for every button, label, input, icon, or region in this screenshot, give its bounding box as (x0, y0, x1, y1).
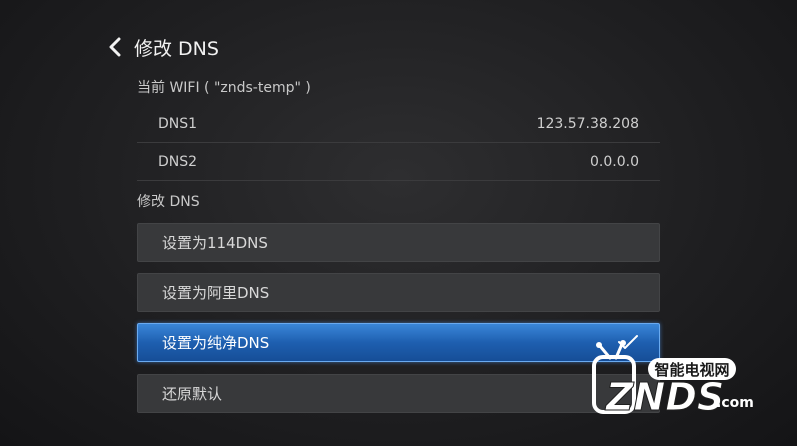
watermark-suffix: .com (716, 395, 754, 411)
znds-watermark-logo: 智能电视网 ZNDS .com (592, 340, 754, 420)
modify-dns-label: 修改 DNS (137, 194, 200, 210)
watermark-brand: ZNDS (605, 375, 724, 419)
dns1-name: DNS1 (158, 115, 198, 132)
dns2-value: 0.0.0.0 (590, 153, 639, 170)
option-puredns-button[interactable]: 设置为纯净DNS (137, 323, 660, 362)
dns2-row: DNS2 0.0.0.0 (137, 143, 660, 181)
chevron-left-icon[interactable] (108, 34, 130, 60)
page-header: 修改 DNS (108, 34, 219, 60)
option-restore-default-button[interactable]: 还原默认 (137, 374, 660, 413)
current-wifi-label: 当前 WIFI ( "znds-temp" ) (137, 80, 311, 96)
dns1-value: 123.57.38.208 (536, 115, 639, 132)
option-label: 设置为114DNS (162, 234, 268, 252)
option-alidns-button[interactable]: 设置为阿里DNS (137, 273, 660, 312)
option-label: 还原默认 (162, 385, 223, 403)
option-114dns-button[interactable]: 设置为114DNS (137, 223, 660, 262)
page-title: 修改 DNS (134, 37, 219, 60)
dns2-name: DNS2 (158, 153, 198, 170)
dns1-row: DNS1 123.57.38.208 (137, 105, 660, 143)
option-label: 设置为纯净DNS (162, 334, 270, 352)
option-label: 设置为阿里DNS (162, 284, 270, 302)
